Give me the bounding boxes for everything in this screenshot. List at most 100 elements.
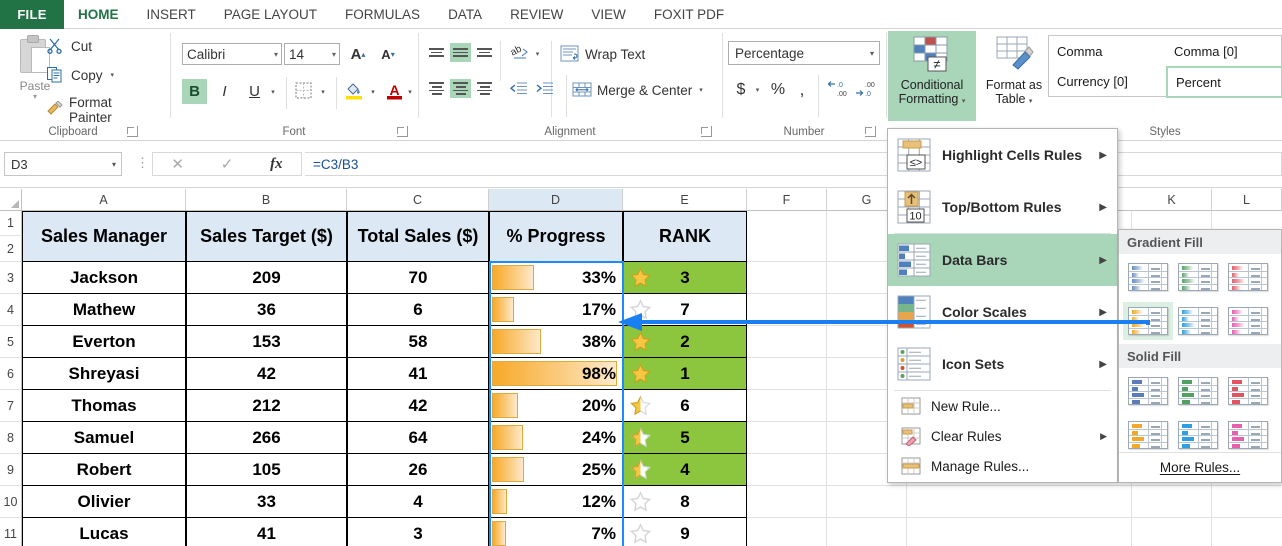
- cell-progress[interactable]: 7%: [489, 517, 623, 546]
- cell-total[interactable]: 41: [347, 357, 489, 390]
- chevron-down-icon[interactable]: ▾: [962, 98, 966, 105]
- cell-target[interactable]: 36: [186, 293, 347, 326]
- gradient-fill-swatch-3[interactable]: [1123, 302, 1173, 340]
- currency-button[interactable]: $: [730, 77, 752, 102]
- gradient-fill-swatch-0[interactable]: [1123, 258, 1173, 296]
- conditional-formatting-menu[interactable]: ≤> Highlight Cells Rules ▶ 10 Top/Bottom…: [887, 128, 1118, 483]
- menu-item-clear-rules[interactable]: Clear Rules ▶: [888, 421, 1117, 451]
- solid-fill-swatch-4[interactable]: [1173, 416, 1223, 454]
- align-middle-button[interactable]: [450, 43, 471, 62]
- tab-review[interactable]: REVIEW: [496, 0, 577, 29]
- cell-rank[interactable]: 4: [623, 453, 747, 486]
- cell-total[interactable]: 70: [347, 261, 489, 294]
- font-color-button[interactable]: A: [382, 79, 406, 104]
- cell-progress[interactable]: 98%: [489, 357, 623, 390]
- shrink-font-button[interactable]: A ▾: [376, 43, 400, 65]
- column-header-e[interactable]: E: [623, 189, 747, 211]
- gradient-fill-swatch-5[interactable]: [1223, 302, 1273, 340]
- formula-bar-handle[interactable]: ⋮: [136, 155, 149, 171]
- row-header-7[interactable]: 7: [0, 390, 22, 422]
- chevron-down-icon[interactable]: ▾: [274, 50, 278, 59]
- number-dialog-launcher[interactable]: [865, 126, 876, 137]
- orientation-dropdown[interactable]: ▾: [531, 43, 544, 64]
- column-header-f[interactable]: F: [747, 189, 827, 211]
- cell-rank[interactable]: 6: [623, 389, 747, 422]
- cell-progress[interactable]: 33%: [489, 261, 623, 294]
- tab-file[interactable]: FILE: [0, 0, 64, 29]
- row-header-6[interactable]: 6: [0, 358, 22, 390]
- column-header-b[interactable]: B: [186, 189, 347, 211]
- row-header-9[interactable]: 9: [0, 454, 22, 486]
- cell-target[interactable]: 41: [186, 517, 347, 546]
- column-header-a[interactable]: A: [22, 189, 186, 211]
- font-name-input[interactable]: Calibri ▾: [182, 43, 282, 65]
- row-header-1[interactable]: 1: [0, 211, 22, 236]
- cell-manager[interactable]: Lucas: [22, 517, 186, 546]
- cut-button[interactable]: Cut: [46, 37, 92, 55]
- row-header-2[interactable]: 2: [0, 236, 22, 262]
- font-dialog-launcher[interactable]: [397, 126, 408, 137]
- currency-dropdown[interactable]: ▾: [751, 77, 764, 102]
- decrease-decimal-button[interactable]: .00 .0: [852, 77, 878, 102]
- cell-style-comma[interactable]: Comma: [1049, 36, 1166, 66]
- menu-item-data-bars[interactable]: Data Bars ▶: [888, 234, 1117, 286]
- chevron-down-icon[interactable]: ▾: [699, 86, 703, 94]
- header-cell-rank[interactable]: RANK: [623, 211, 747, 262]
- header-cell-sales-target[interactable]: Sales Target ($): [186, 211, 347, 262]
- align-top-button[interactable]: [426, 43, 447, 62]
- cell-total[interactable]: 58: [347, 325, 489, 358]
- solid-fill-swatch-3[interactable]: [1123, 416, 1173, 454]
- row-header-3[interactable]: 3: [0, 262, 22, 294]
- cell-total[interactable]: 3: [347, 517, 489, 546]
- menu-item-icon-sets[interactable]: Icon Sets ▶: [888, 338, 1117, 390]
- tab-view[interactable]: VIEW: [577, 0, 640, 29]
- column-header-l[interactable]: L: [1212, 189, 1282, 211]
- cell-total[interactable]: 42: [347, 389, 489, 422]
- align-left-button[interactable]: [426, 79, 447, 98]
- tab-data[interactable]: DATA: [434, 0, 496, 29]
- cell-target[interactable]: 266: [186, 421, 347, 454]
- clipboard-dialog-launcher[interactable]: [127, 126, 138, 137]
- cell-progress[interactable]: 38%: [489, 325, 623, 358]
- cell-progress[interactable]: 17%: [489, 293, 623, 326]
- cancel-x-icon[interactable]: ✕: [153, 155, 202, 173]
- cell-total[interactable]: 26: [347, 453, 489, 486]
- menu-item-top-bottom-rules[interactable]: 10 Top/Bottom Rules ▶: [888, 181, 1117, 233]
- cell-target[interactable]: 209: [186, 261, 347, 294]
- decrease-indent-button[interactable]: [506, 79, 530, 101]
- underline-dropdown[interactable]: ▾: [266, 79, 280, 104]
- cell-style-comma-0[interactable]: Comma [0]: [1166, 36, 1282, 66]
- column-header-k[interactable]: K: [1132, 189, 1212, 211]
- cell-rank[interactable]: 5: [623, 421, 747, 454]
- cell-target[interactable]: 42: [186, 357, 347, 390]
- solid-fill-swatch-0[interactable]: [1123, 372, 1173, 410]
- cell-rank[interactable]: 1: [623, 357, 747, 390]
- gradient-fill-swatch-1[interactable]: [1173, 258, 1223, 296]
- increase-decimal-button[interactable]: .0 .00: [824, 77, 850, 102]
- chevron-down-icon[interactable]: ▾: [870, 49, 874, 58]
- comma-style-button[interactable]: ,: [792, 77, 812, 102]
- conditional-formatting-button[interactable]: ≠ Conditional Formatting ▾: [888, 31, 976, 121]
- chevron-down-icon[interactable]: ▾: [112, 160, 116, 169]
- format-as-table-button[interactable]: Format as Table ▾: [978, 31, 1050, 121]
- increase-indent-button[interactable]: [532, 79, 556, 101]
- tab-formulas[interactable]: FORMULAS: [331, 0, 434, 29]
- menu-item-new-rule[interactable]: New Rule...: [888, 391, 1117, 421]
- chevron-down-icon[interactable]: ▾: [33, 93, 37, 101]
- cell-manager[interactable]: Jackson: [22, 261, 186, 294]
- cell-progress[interactable]: 24%: [489, 421, 623, 454]
- row-header-10[interactable]: 10: [0, 486, 22, 518]
- cell-rank[interactable]: 3: [623, 261, 747, 294]
- gradient-fill-swatch-2[interactable]: [1223, 258, 1273, 296]
- align-center-button[interactable]: [450, 79, 471, 98]
- cell-manager[interactable]: Thomas: [22, 389, 186, 422]
- row-header-8[interactable]: 8: [0, 422, 22, 454]
- underline-button[interactable]: U: [242, 79, 267, 104]
- cell-progress[interactable]: 12%: [489, 485, 623, 518]
- gradient-fill-swatch-4[interactable]: [1173, 302, 1223, 340]
- cell-manager[interactable]: Mathew: [22, 293, 186, 326]
- cell-style-percent[interactable]: Percent: [1166, 66, 1282, 98]
- menu-item-color-scales[interactable]: Color Scales ▶: [888, 286, 1117, 338]
- cell-manager[interactable]: Olivier: [22, 485, 186, 518]
- cell-rank[interactable]: 2: [623, 325, 747, 358]
